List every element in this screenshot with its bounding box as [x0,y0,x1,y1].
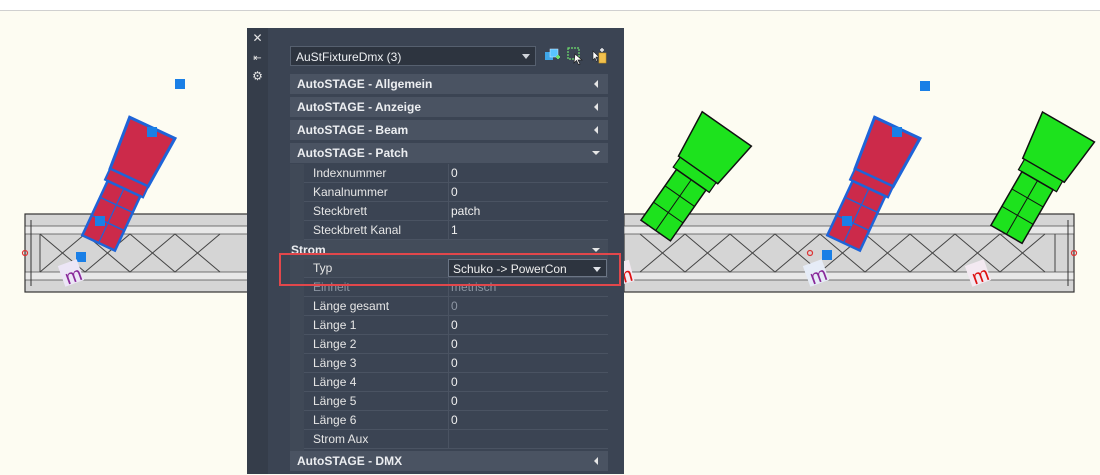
chevron-down-icon [592,248,600,252]
prop-row-kanalnummer[interactable]: Kanalnummer 0 [304,183,608,202]
palette-title-strip[interactable]: ✕ ⇤ ⚙ [247,28,268,474]
prop-row-laenge-1[interactable]: Länge 1 0 [304,316,608,335]
prop-row-laenge-2[interactable]: Länge 2 0 [304,335,608,354]
highlight-box [279,253,621,286]
prop-row-indexnummer[interactable]: Indexnummer 0 [304,164,608,183]
close-icon[interactable]: ✕ [251,32,264,45]
chevron-left-icon [594,103,598,111]
section-allgemein[interactable]: AutoSTAGE - Allgemein [290,74,608,94]
prop-row-laenge-4[interactable]: Länge 4 0 [304,373,608,392]
grip-handle[interactable] [175,79,185,89]
prop-row-laenge-6[interactable]: Länge 6 0 [304,411,608,430]
section-patch[interactable]: AutoSTAGE - Patch [290,143,608,163]
prop-row-strom-aux[interactable]: Strom Aux [304,430,608,449]
truss-left[interactable] [21,213,251,293]
object-type-select[interactable]: AuStFixtureDmx (3) [290,46,536,66]
chevron-left-icon [594,457,598,465]
prop-row-steckbrett-kanal[interactable]: Steckbrett Kanal 1 [304,221,608,240]
prop-row-laenge-gesamt[interactable]: Länge gesamt 0 [304,297,608,316]
properties-palette[interactable]: ✕ ⇤ ⚙ AuStFixtureDmx (3) AutoSTAGE - All… [247,28,624,474]
grip-handle[interactable] [920,81,930,91]
prop-row-laenge-3[interactable]: Länge 3 0 [304,354,608,373]
chevron-down-icon [522,54,530,59]
section-beam[interactable]: AutoSTAGE - Beam [290,120,608,140]
select-objects-icon[interactable] [567,47,585,65]
chevron-left-icon [594,126,598,134]
property-gutter [290,164,304,452]
object-type-value: AuStFixtureDmx (3) [296,50,402,64]
chevron-left-icon [594,80,598,88]
pin-icon[interactable]: ⇤ [251,52,264,65]
grip-handle[interactable] [822,250,832,260]
grip-handle[interactable] [76,252,86,262]
grip-handle[interactable] [95,216,105,226]
grip-handle[interactable] [842,216,852,226]
prop-row-steckbrett[interactable]: Steckbrett patch [304,202,608,221]
grip-handle[interactable] [147,127,157,137]
section-anzeige[interactable]: AutoSTAGE - Anzeige [290,97,608,117]
section-dmx[interactable]: AutoSTAGE - DMX [290,451,608,471]
grip-handle[interactable] [892,127,902,137]
toggle-pickadd-icon[interactable] [590,47,608,65]
quick-select-icon[interactable] [544,47,562,65]
chevron-down-icon [592,151,600,155]
settings-icon[interactable]: ⚙ [251,70,264,83]
prop-row-laenge-5[interactable]: Länge 5 0 [304,392,608,411]
